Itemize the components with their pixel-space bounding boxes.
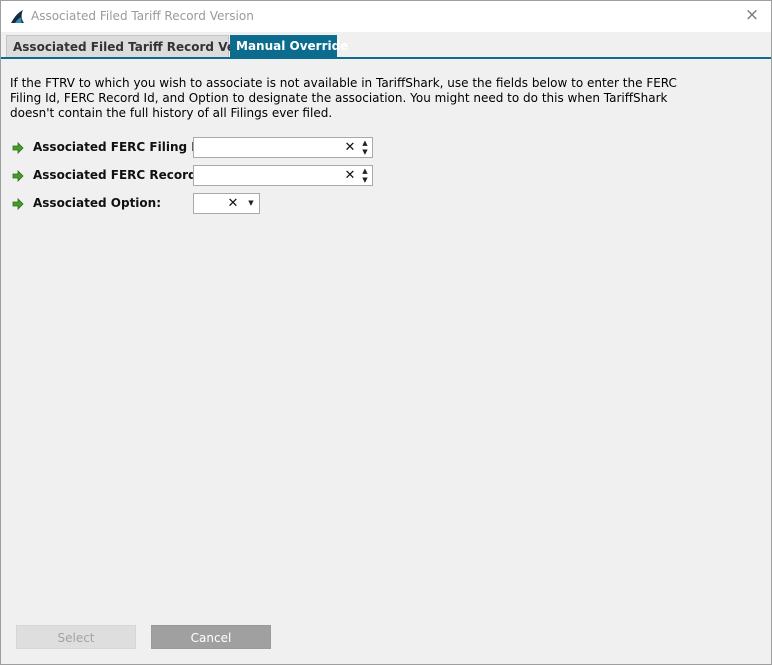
tab-manual-override[interactable]: Manual Override (230, 35, 348, 57)
clear-icon[interactable]: ✕ (227, 195, 239, 212)
ferc-filing-id-field[interactable]: ✕ ▲ ▼ (193, 137, 373, 158)
ferc-filing-id-label: Associated FERC Filing Id: (33, 140, 210, 154)
ferc-record-id-input[interactable] (196, 167, 336, 184)
spin-down-icon[interactable]: ▼ (359, 176, 371, 185)
option-dropdown[interactable]: ✕ ▼ (193, 193, 260, 214)
shark-fin-icon (10, 9, 26, 24)
ferc-filing-id-row: Associated FERC Filing Id: ✕ ▲ ▼ (10, 137, 390, 159)
green-arrow-icon (12, 198, 24, 210)
tab-associated-ftrv[interactable]: Associated Filed Tariff Record Version (6, 35, 269, 57)
window-title: Associated Filed Tariff Record Version (31, 9, 254, 23)
clear-icon[interactable]: ✕ (344, 139, 356, 156)
ferc-filing-id-input[interactable] (196, 139, 336, 156)
title-bar[interactable]: Associated Filed Tariff Record Version × (1, 1, 771, 32)
ferc-record-id-label: Associated FERC Record Id: (33, 168, 219, 182)
spin-down-icon[interactable]: ▼ (359, 148, 371, 157)
green-arrow-icon (12, 170, 24, 182)
dialog-window: Associated Filed Tariff Record Version ×… (0, 0, 772, 665)
ferc-record-id-field[interactable]: ✕ ▲ ▼ (193, 165, 373, 186)
tab-strip: Associated Filed Tariff Record Version M… (1, 35, 771, 59)
instructions-text: If the FTRV to which you wish to associa… (10, 76, 677, 120)
spin-up-icon[interactable]: ▲ (359, 139, 371, 148)
ferc-record-id-row: Associated FERC Record Id: ✕ ▲ ▼ (10, 165, 390, 187)
green-arrow-icon (12, 142, 24, 154)
select-button[interactable]: Select (16, 625, 136, 649)
spin-up-icon[interactable]: ▲ (359, 167, 371, 176)
option-row: Associated Option: ✕ ▼ (10, 193, 390, 215)
clear-icon[interactable]: ✕ (344, 167, 356, 184)
cancel-button[interactable]: Cancel (151, 625, 271, 649)
option-label: Associated Option: (33, 196, 162, 210)
close-icon[interactable]: × (742, 5, 762, 25)
chevron-down-icon[interactable]: ▼ (245, 195, 257, 212)
